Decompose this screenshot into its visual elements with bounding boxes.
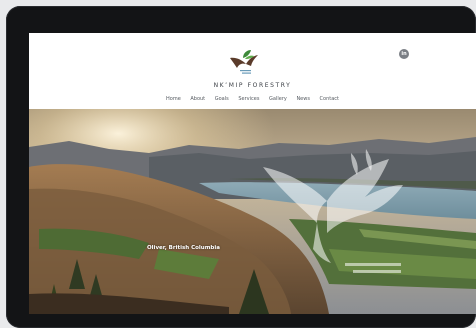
nav-item-services[interactable]: Services <box>238 96 259 102</box>
nav-item-contact[interactable]: Contact <box>320 96 339 102</box>
browser-viewport: NK’MIP FORESTRY in Home About Goals Serv… <box>29 33 476 314</box>
nkmip-logo-icon[interactable] <box>227 47 261 77</box>
hero-banner: Oliver, British Columbia <box>29 109 476 314</box>
nav-item-home[interactable]: Home <box>166 96 181 102</box>
main-navigation: Home About Goals Services Gallery News C… <box>29 96 476 102</box>
laptop-frame: NK’MIP FORESTRY in Home About Goals Serv… <box>6 6 476 328</box>
nav-item-news[interactable]: News <box>296 96 310 102</box>
nav-item-about[interactable]: About <box>190 96 205 102</box>
eagle-watermark-icon <box>263 149 403 273</box>
hero-location-caption: Oliver, British Columbia <box>147 245 220 251</box>
nav-item-goals[interactable]: Goals <box>215 96 229 102</box>
site-brand-name[interactable]: NK’MIP FORESTRY <box>29 82 476 89</box>
landscape-photo <box>29 109 476 314</box>
site-header: NK’MIP FORESTRY in Home About Goals Serv… <box>29 33 476 109</box>
nav-item-gallery[interactable]: Gallery <box>269 96 287 102</box>
linkedin-icon[interactable]: in <box>399 49 409 59</box>
